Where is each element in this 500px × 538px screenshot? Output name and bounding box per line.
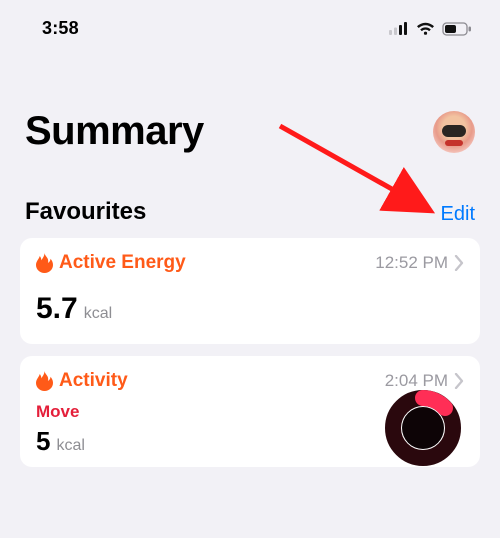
metric-value: 5	[36, 426, 50, 457]
status-bar: 3:58	[0, 0, 500, 49]
favourites-cards: Active Energy 12:52 PM 5.7 kcal Activity…	[0, 238, 500, 467]
page-title: Summary	[25, 109, 204, 154]
metric-title-label: Activity	[59, 370, 128, 392]
value-row: 5.7 kcal	[36, 292, 464, 326]
card-meta: 2:04 PM	[385, 371, 464, 391]
card-header: Active Energy 12:52 PM	[36, 252, 464, 274]
metric-title-label: Active Energy	[59, 252, 186, 274]
edit-button[interactable]: Edit	[441, 203, 475, 226]
metric-title-activity: Activity	[36, 370, 128, 392]
card-active-energy[interactable]: Active Energy 12:52 PM 5.7 kcal	[20, 238, 480, 344]
metric-unit: kcal	[84, 305, 112, 323]
flame-icon	[36, 371, 53, 391]
avatar[interactable]	[433, 111, 475, 153]
metric-value: 5.7	[36, 292, 78, 326]
cellular-icon	[389, 22, 409, 35]
timestamp: 12:52 PM	[375, 253, 448, 273]
activity-ring-icon	[384, 389, 462, 467]
chevron-right-icon	[454, 373, 464, 389]
page-header: Summary	[0, 49, 500, 154]
metric-title-active-energy: Active Energy	[36, 252, 186, 274]
status-icons	[389, 22, 472, 36]
status-time: 3:58	[42, 18, 79, 39]
timestamp: 2:04 PM	[385, 371, 448, 391]
favourites-section-header: Favourites Edit	[0, 154, 500, 238]
wifi-icon	[416, 22, 435, 36]
metric-unit: kcal	[56, 437, 84, 455]
flame-icon	[36, 253, 53, 273]
card-meta: 12:52 PM	[375, 253, 464, 273]
battery-icon	[442, 22, 472, 36]
card-activity[interactable]: Activity 2:04 PM Move 5 kcal	[20, 356, 480, 467]
section-title: Favourites	[25, 198, 146, 226]
chevron-right-icon	[454, 255, 464, 271]
